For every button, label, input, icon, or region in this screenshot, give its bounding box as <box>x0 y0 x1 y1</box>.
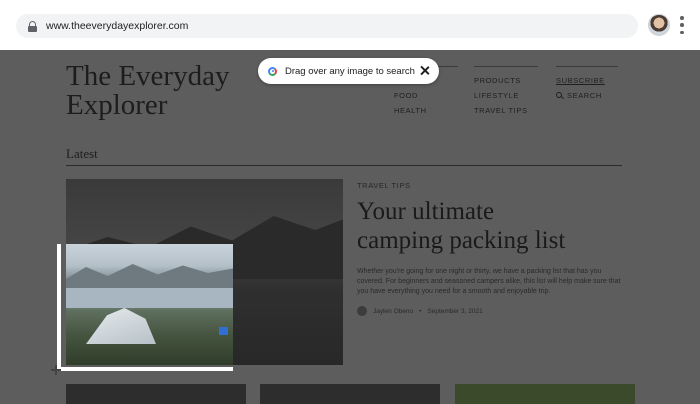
nav-column-2: PRODUCTS LIFESTYLE TRAVEL TIPS <box>474 66 538 118</box>
search-link[interactable]: SEARCH <box>556 88 618 103</box>
search-icon <box>556 92 563 99</box>
article-excerpt: Whether you're going for one night or th… <box>357 268 621 295</box>
article-card[interactable] <box>455 384 635 404</box>
divider <box>66 165 622 166</box>
nav-item-food[interactable]: FOOD <box>394 88 458 103</box>
lens-instruction-text: Drag over any image to search <box>285 65 415 77</box>
author-name: Jaylen Obeno <box>373 307 414 315</box>
site-title-line1: The Everyday <box>66 60 230 92</box>
latest-heading: Latest <box>66 146 98 161</box>
nav-item-products[interactable]: PRODUCTS <box>474 73 538 88</box>
byline-separator: • <box>419 307 422 315</box>
article-card[interactable] <box>260 384 440 404</box>
headline-line2: camping packing list <box>357 227 566 254</box>
tent-image <box>86 308 156 344</box>
url-text[interactable]: www.theeverydayexplorer.com <box>46 20 188 32</box>
nav-item-health[interactable]: HEALTH <box>394 103 458 118</box>
article-headline[interactable]: Your ultimate camping packing list <box>357 197 627 255</box>
site-title[interactable]: The Everyday Explorer <box>66 62 229 120</box>
selected-image-region[interactable] <box>66 244 233 365</box>
lock-icon[interactable] <box>28 20 37 32</box>
search-label: SEARCH <box>567 91 602 100</box>
close-icon[interactable] <box>420 66 429 75</box>
kebab-menu-icon[interactable] <box>680 16 684 34</box>
author-avatar <box>357 306 367 316</box>
nav-column-3: SUBSCRIBE SEARCH <box>556 66 618 103</box>
article-category[interactable]: TRAVEL TIPS <box>357 181 411 190</box>
lens-instruction-pill: Drag over any image to search <box>258 58 439 84</box>
google-lens-icon <box>268 66 277 76</box>
browser-toolbar: www.theeverydayexplorer.com <box>0 0 700 50</box>
article-card[interactable] <box>66 384 246 404</box>
nav-item-travel-tips[interactable]: TRAVEL TIPS <box>474 103 538 118</box>
article-date: September 3, 2021 <box>427 307 483 315</box>
headline-line1: Your ultimate <box>357 198 495 225</box>
site-title-line2: Explorer <box>66 89 168 121</box>
article-byline: Jaylen Obeno • September 3, 2021 <box>357 306 483 316</box>
crosshair-cursor-icon <box>51 365 61 375</box>
nav-item-lifestyle[interactable]: LIFESTYLE <box>474 88 538 103</box>
address-bar[interactable]: www.theeverydayexplorer.com <box>16 14 638 38</box>
profile-avatar[interactable] <box>648 14 670 36</box>
subscribe-link[interactable]: SUBSCRIBE <box>556 73 618 88</box>
blue-object <box>219 327 228 335</box>
